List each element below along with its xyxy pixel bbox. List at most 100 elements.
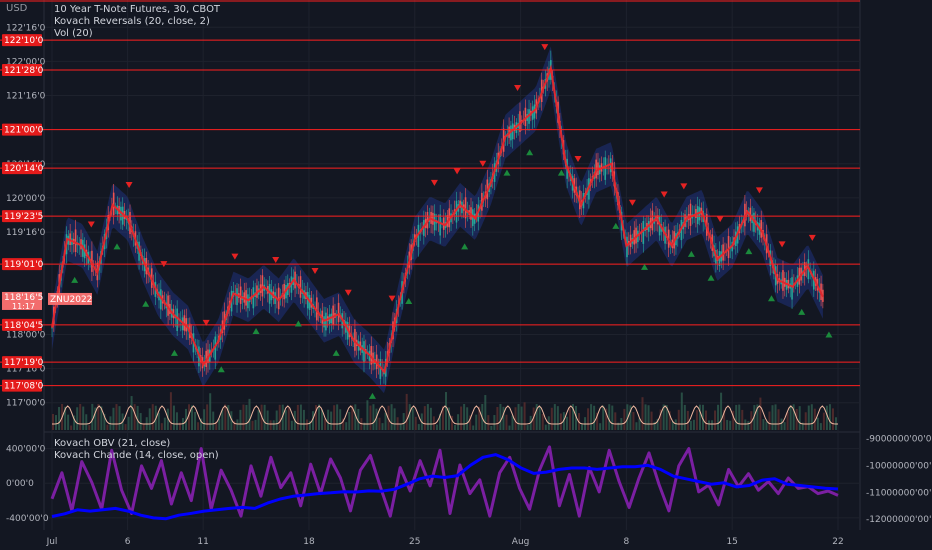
volume-bar: [85, 414, 88, 430]
level-label: 118'04'5: [4, 321, 43, 331]
level-label: 119'01'0: [4, 260, 44, 270]
volume-bar: [408, 404, 411, 430]
level-label: 120'14'0: [4, 164, 44, 174]
currency-label: USD: [6, 3, 28, 14]
volume-bar: [581, 423, 584, 430]
candle-body: [74, 229, 77, 253]
volume-bar: [251, 420, 254, 430]
level-label: 121'28'0: [4, 66, 44, 76]
volume-bar: [454, 425, 457, 430]
volume-bar: [169, 392, 172, 430]
volume-bar: [644, 404, 647, 430]
legend-indicator-chande[interactable]: Kovach Chande (14, close, open): [54, 450, 219, 462]
volume-bar: [163, 417, 166, 430]
volume-bar: [318, 404, 321, 430]
volume-bar: [556, 406, 559, 430]
x-tick-label: 22: [832, 537, 843, 547]
volume-bar: [405, 393, 408, 430]
volume-bar: [786, 411, 789, 430]
sub-left-tick-label: 0'00'0: [6, 479, 34, 489]
volume-bar: [587, 408, 590, 430]
volume-bar: [798, 406, 801, 430]
volume-bar: [711, 420, 714, 430]
legend-indicator-volume[interactable]: Vol (20): [54, 28, 220, 40]
volume-bar: [541, 413, 544, 430]
volume-bar: [780, 418, 783, 430]
volume-bar: [692, 419, 695, 430]
volume-bar: [695, 410, 698, 430]
volume-bar: [142, 423, 145, 430]
volume-bar: [339, 409, 342, 430]
sub-right-tick-label: -12000000'00'0: [866, 515, 932, 525]
volume-bar: [390, 404, 393, 430]
candle-body: [464, 197, 467, 219]
volume-bar: [417, 424, 420, 430]
volume-bar: [133, 404, 136, 430]
volume-bar: [88, 425, 91, 430]
volume-bar: [635, 422, 638, 430]
candle-body: [252, 287, 255, 309]
volume-bar: [445, 392, 447, 430]
volume-bar: [804, 412, 807, 430]
volume-bar: [378, 417, 381, 430]
candle-body: [727, 236, 730, 259]
volume-bar: [58, 407, 61, 430]
volume-bar: [426, 404, 429, 430]
volume-bar: [296, 404, 299, 430]
volume-bar: [505, 414, 508, 430]
volume-bar: [348, 411, 351, 430]
volume-bar: [602, 405, 605, 430]
volume-bar: [759, 397, 762, 430]
volume-bar: [741, 409, 744, 430]
symbol-badge: ZNU2022: [50, 295, 92, 305]
volume-bar: [611, 405, 614, 430]
volume-bar: [381, 423, 384, 430]
volume-bar: [242, 404, 245, 430]
volume-bar: [127, 416, 130, 430]
countdown-label: 11:17: [12, 302, 35, 311]
volume-bar: [429, 407, 432, 430]
candle-body: [261, 275, 264, 297]
volume-bar: [55, 415, 58, 430]
volume-bar: [641, 397, 644, 430]
candle-body: [325, 312, 327, 331]
x-tick-label: 18: [303, 537, 315, 547]
volume-bar: [278, 404, 281, 430]
sub-right-tick-label: -9000000'00'0: [866, 434, 932, 444]
volume-bar: [704, 410, 707, 430]
volume-bar: [765, 421, 768, 430]
volume-bar: [783, 422, 786, 430]
volume-bar: [771, 405, 774, 430]
volume-bar: [502, 406, 505, 430]
volume-bar: [299, 404, 302, 430]
candle-body: [689, 203, 692, 226]
volume-bar: [239, 409, 242, 430]
volume-bar: [284, 410, 287, 430]
volume-bar: [819, 423, 822, 430]
volume-bar: [789, 405, 792, 430]
volume-bar: [435, 424, 438, 430]
volume-bar: [151, 404, 154, 430]
volume-bar: [608, 404, 611, 430]
volume-bar: [523, 402, 526, 430]
volume-bar: [194, 411, 197, 430]
volume-bar: [544, 424, 547, 430]
volume-bar: [490, 425, 493, 430]
volume-bar: [197, 422, 200, 430]
legend-indicator-reversals[interactable]: Kovach Reversals (20, close, 2): [54, 16, 220, 28]
legend-symbol[interactable]: 10 Year T-Note Futures, 30, CBOT: [54, 4, 220, 16]
volume-bar: [762, 419, 765, 430]
sub-right-tick-label: -11000000'00'0: [866, 488, 932, 498]
volume-bar: [768, 411, 771, 430]
candle-body: [519, 111, 521, 132]
volume-bar: [327, 409, 330, 430]
legend-indicator-obv[interactable]: Kovach OBV (21, close): [54, 438, 219, 450]
candle-body: [176, 308, 178, 331]
volume-bar: [807, 405, 810, 430]
volume-bar: [714, 410, 717, 430]
price-tick-label: 118'00'0: [6, 330, 46, 340]
level-label: 121'00'0: [4, 126, 44, 136]
volume-bar: [302, 409, 305, 430]
volume-bar: [828, 404, 831, 430]
candle-body: [51, 327, 53, 329]
